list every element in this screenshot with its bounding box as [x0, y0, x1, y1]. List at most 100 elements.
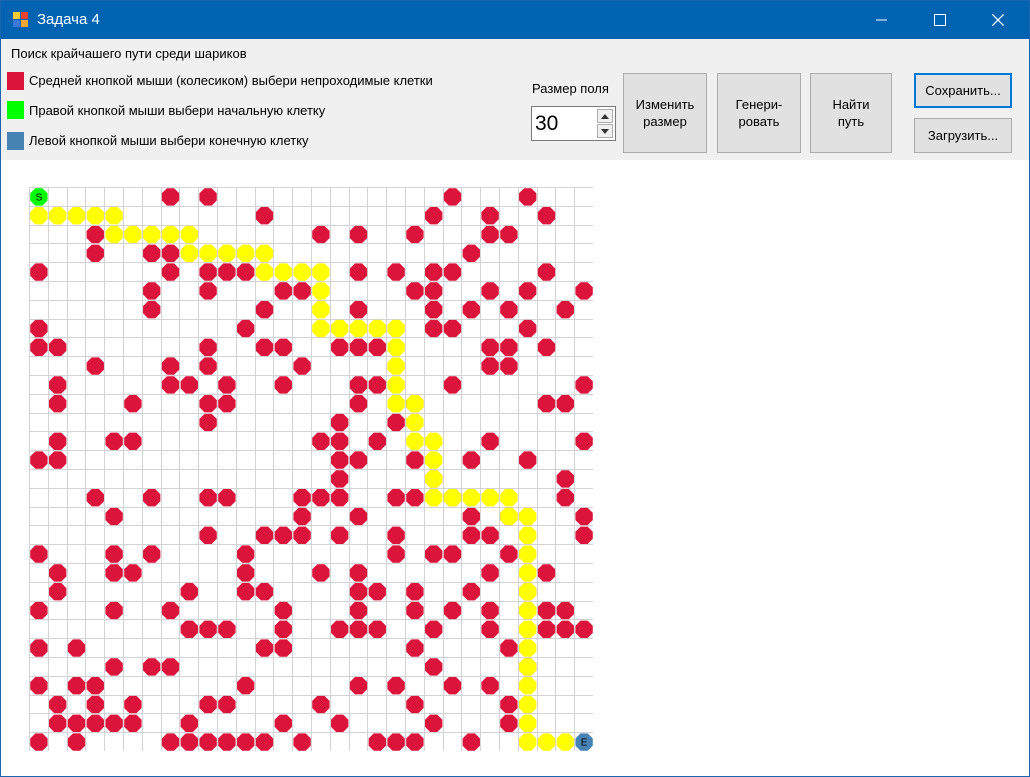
obstacle-cell[interactable] — [49, 451, 67, 469]
path-cell[interactable] — [425, 489, 443, 507]
obstacle-cell[interactable] — [425, 319, 443, 338]
obstacle-cell[interactable] — [387, 413, 405, 432]
path-cell[interactable] — [425, 451, 443, 469]
path-cell[interactable] — [255, 244, 274, 262]
obstacle-cell[interactable] — [237, 677, 255, 695]
obstacle-cell[interactable] — [406, 282, 424, 300]
obstacle-cell[interactable] — [575, 432, 593, 450]
obstacle-cell[interactable] — [49, 714, 67, 732]
path-cell[interactable] — [519, 620, 537, 638]
obstacle-cell[interactable] — [105, 714, 123, 732]
obstacle-cell[interactable] — [481, 677, 499, 695]
obstacle-cell[interactable] — [199, 338, 217, 356]
obstacle-cell[interactable] — [425, 207, 443, 225]
size-stepper[interactable]: 30 — [531, 106, 616, 141]
obstacle-cell[interactable] — [406, 733, 424, 751]
obstacle-cell[interactable] — [556, 601, 574, 620]
obstacle-cell[interactable] — [180, 620, 198, 638]
obstacle-cell[interactable] — [349, 507, 368, 526]
obstacle-cell[interactable] — [67, 639, 86, 657]
path-cell[interactable] — [443, 489, 462, 507]
obstacle-cell[interactable] — [274, 620, 292, 638]
obstacle-cell[interactable] — [368, 376, 386, 394]
obstacle-cell[interactable] — [105, 564, 123, 582]
obstacle-cell[interactable] — [481, 601, 499, 620]
obstacle-cell[interactable] — [67, 733, 86, 751]
obstacle-cell[interactable] — [105, 601, 123, 620]
obstacle-cell[interactable] — [161, 244, 180, 262]
obstacle-cell[interactable] — [312, 564, 330, 582]
obstacle-cell[interactable] — [575, 376, 593, 394]
obstacle-cell[interactable] — [199, 282, 217, 300]
obstacle-cell[interactable] — [368, 432, 386, 450]
obstacle-cell[interactable] — [312, 225, 330, 244]
obstacle-cell[interactable] — [368, 733, 386, 751]
title-bar[interactable]: Задача 4 — [1, 1, 1029, 39]
obstacle-cell[interactable] — [425, 658, 443, 676]
obstacle-cell[interactable] — [537, 601, 556, 620]
obstacle-cell[interactable] — [349, 376, 368, 394]
obstacle-cell[interactable] — [443, 677, 462, 695]
obstacle-cell[interactable] — [349, 338, 368, 356]
path-cell[interactable] — [537, 733, 556, 751]
obstacle-cell[interactable] — [481, 225, 499, 244]
path-cell[interactable] — [519, 639, 537, 657]
path-cell[interactable] — [105, 207, 123, 225]
obstacle-cell[interactable] — [575, 620, 593, 638]
obstacle-cell[interactable] — [199, 733, 217, 751]
obstacle-cell[interactable] — [49, 376, 67, 394]
obstacle-cell[interactable] — [274, 639, 292, 657]
path-cell[interactable] — [500, 507, 518, 526]
obstacle-cell[interactable] — [30, 639, 48, 657]
obstacle-cell[interactable] — [218, 376, 236, 394]
path-cell[interactable] — [30, 207, 48, 225]
obstacle-cell[interactable] — [500, 357, 518, 375]
obstacle-cell[interactable] — [293, 526, 311, 544]
obstacle-cell[interactable] — [30, 263, 48, 281]
obstacle-cell[interactable] — [124, 432, 142, 450]
path-cell[interactable] — [406, 432, 424, 450]
obstacle-cell[interactable] — [124, 564, 142, 582]
obstacle-cell[interactable] — [218, 395, 236, 413]
path-cell[interactable] — [519, 677, 537, 695]
obstacle-cell[interactable] — [30, 451, 48, 469]
obstacle-cell[interactable] — [49, 432, 67, 450]
obstacle-cell[interactable] — [368, 338, 386, 356]
path-cell[interactable] — [293, 263, 311, 281]
obstacle-cell[interactable] — [199, 620, 217, 638]
obstacle-cell[interactable] — [462, 526, 480, 544]
obstacle-cell[interactable] — [180, 583, 198, 601]
obstacle-cell[interactable] — [49, 695, 67, 714]
path-cell[interactable] — [406, 395, 424, 413]
obstacle-cell[interactable] — [30, 733, 48, 751]
obstacle-cell[interactable] — [462, 451, 480, 469]
obstacle-cell[interactable] — [406, 225, 424, 244]
path-cell[interactable] — [312, 282, 330, 300]
obstacle-cell[interactable] — [199, 695, 217, 714]
obstacle-cell[interactable] — [67, 677, 86, 695]
obstacle-cell[interactable] — [30, 338, 48, 356]
obstacle-cell[interactable] — [349, 263, 368, 281]
obstacle-cell[interactable] — [86, 357, 104, 375]
obstacle-cell[interactable] — [237, 545, 255, 563]
path-cell[interactable] — [312, 319, 330, 338]
obstacle-cell[interactable] — [556, 301, 574, 319]
obstacle-cell[interactable] — [199, 263, 217, 281]
obstacle-cell[interactable] — [143, 658, 161, 676]
obstacle-cell[interactable] — [349, 301, 368, 319]
path-cell[interactable] — [143, 225, 161, 244]
obstacle-cell[interactable] — [312, 432, 330, 450]
obstacle-cell[interactable] — [218, 620, 236, 638]
obstacle-cell[interactable] — [255, 733, 274, 751]
obstacle-cell[interactable] — [86, 677, 104, 695]
obstacle-cell[interactable] — [143, 282, 161, 300]
obstacle-cell[interactable] — [425, 282, 443, 300]
obstacle-cell[interactable] — [481, 526, 499, 544]
obstacle-cell[interactable] — [481, 357, 499, 375]
obstacle-cell[interactable] — [519, 188, 537, 206]
path-cell[interactable] — [312, 301, 330, 319]
obstacle-cell[interactable] — [86, 244, 104, 262]
obstacle-cell[interactable] — [387, 489, 405, 507]
obstacle-cell[interactable] — [349, 677, 368, 695]
path-cell[interactable] — [349, 319, 368, 338]
